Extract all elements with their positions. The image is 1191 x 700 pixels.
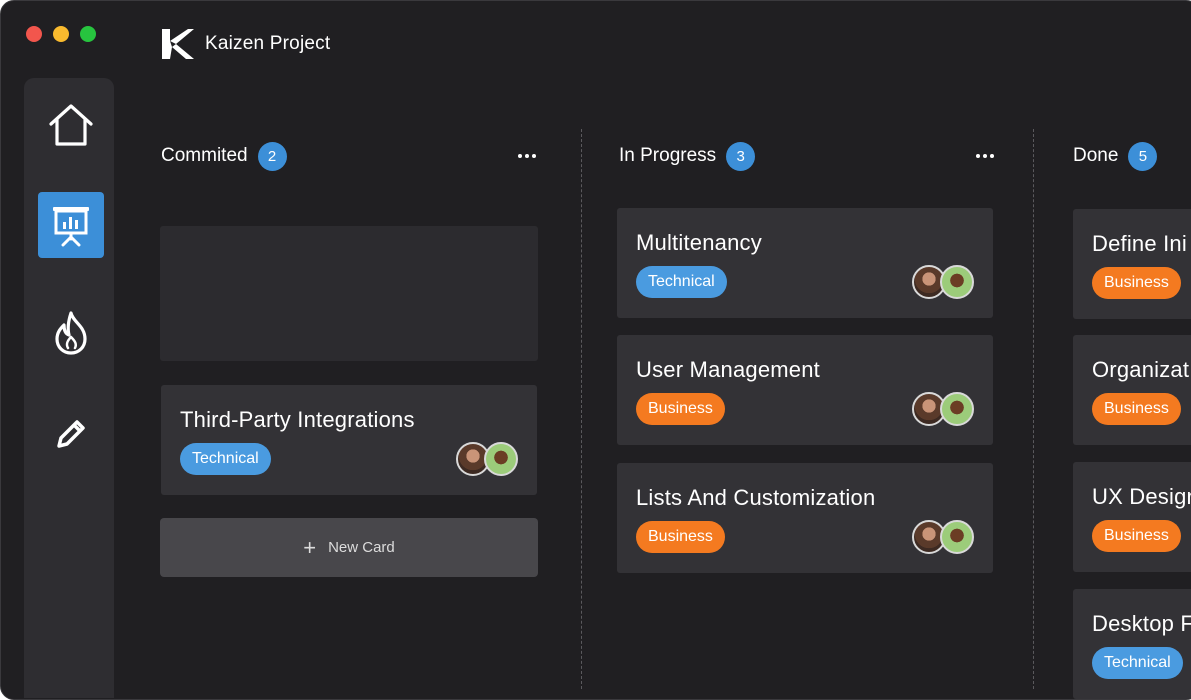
window-controls [26,26,96,42]
card-multitenancy[interactable]: Multitenancy Technical [617,208,993,318]
new-card-label: New Card [328,539,395,556]
column-commited: Commited 2 [161,139,539,173]
card-done-1[interactable]: Define Ini Business [1073,209,1191,319]
column-divider [581,129,582,689]
plus-icon: + [303,534,317,560]
card-title: Desktop F [1092,611,1191,636]
column-divider [1033,129,1034,689]
card-title: Organizat [1092,357,1190,382]
column-header: Commited 2 [161,139,539,173]
card-done-4[interactable]: Desktop F Technical [1073,589,1191,699]
app-title: Kaizen Project [205,33,331,54]
tag-technical: Technical [636,266,727,298]
column-done: Done 5 [1073,139,1191,173]
card-done-3[interactable]: UX Design Business [1073,462,1191,572]
flame-icon [55,311,87,355]
avatar[interactable] [940,520,974,554]
column-in-progress: In Progress 3 [619,139,997,173]
home-icon [49,104,93,146]
app-window: Kaizen Project Commited 2 Third-Party In… [0,0,1191,700]
pencil-icon [57,420,85,448]
avatar[interactable] [484,442,518,476]
close-window-button[interactable] [26,26,42,42]
tag-business: Business [1092,393,1181,425]
column-count-badge: 3 [726,141,756,171]
card-title: Third-Party Integrations [180,407,415,432]
tag-technical: Technical [1092,647,1183,679]
column-menu-button[interactable] [515,148,539,164]
app-brand: Kaizen Project [160,27,330,61]
tag-business: Business [636,521,725,553]
avatar[interactable] [940,265,974,299]
sidebar-item-board[interactable] [38,192,104,258]
column-title: Done [1073,145,1119,166]
drop-placeholder [160,226,538,361]
sidebar-item-edit[interactable] [38,401,104,467]
column-menu-button[interactable] [973,148,997,164]
column-header: In Progress 3 [619,139,997,173]
assignees [456,442,518,476]
column-count-badge: 5 [1128,141,1158,171]
column-count-badge: 2 [257,141,287,171]
avatar[interactable] [940,392,974,426]
card-title: User Management [636,357,820,382]
tag-technical: Technical [180,443,271,475]
sidebar-item-trending[interactable] [38,300,104,366]
minimize-window-button[interactable] [53,26,69,42]
assignees [912,392,974,426]
assignees [912,265,974,299]
assignees [912,520,974,554]
card-lists-and-customization[interactable]: Lists And Customization Business [617,463,993,573]
column-header: Done 5 [1073,139,1191,173]
card-title: Lists And Customization [636,485,876,510]
column-title: In Progress [619,145,717,166]
maximize-window-button[interactable] [80,26,96,42]
new-card-button[interactable]: + New Card [160,518,538,577]
card-title: UX Design [1092,484,1191,509]
sidebar [24,78,114,698]
tag-business: Business [1092,520,1181,552]
presentation-board-icon [53,207,89,247]
card-title: Define Ini [1092,231,1187,256]
card-third-party-integrations[interactable]: Third-Party Integrations Technical [161,385,537,495]
sidebar-item-home[interactable] [38,92,104,158]
card-done-2[interactable]: Organizat Business [1073,335,1191,445]
tag-business: Business [636,393,725,425]
kaizen-logo-icon [162,29,194,59]
tag-business: Business [1092,267,1181,299]
card-user-management[interactable]: User Management Business [617,335,993,445]
card-title: Multitenancy [636,230,762,255]
column-title: Commited [161,145,248,166]
